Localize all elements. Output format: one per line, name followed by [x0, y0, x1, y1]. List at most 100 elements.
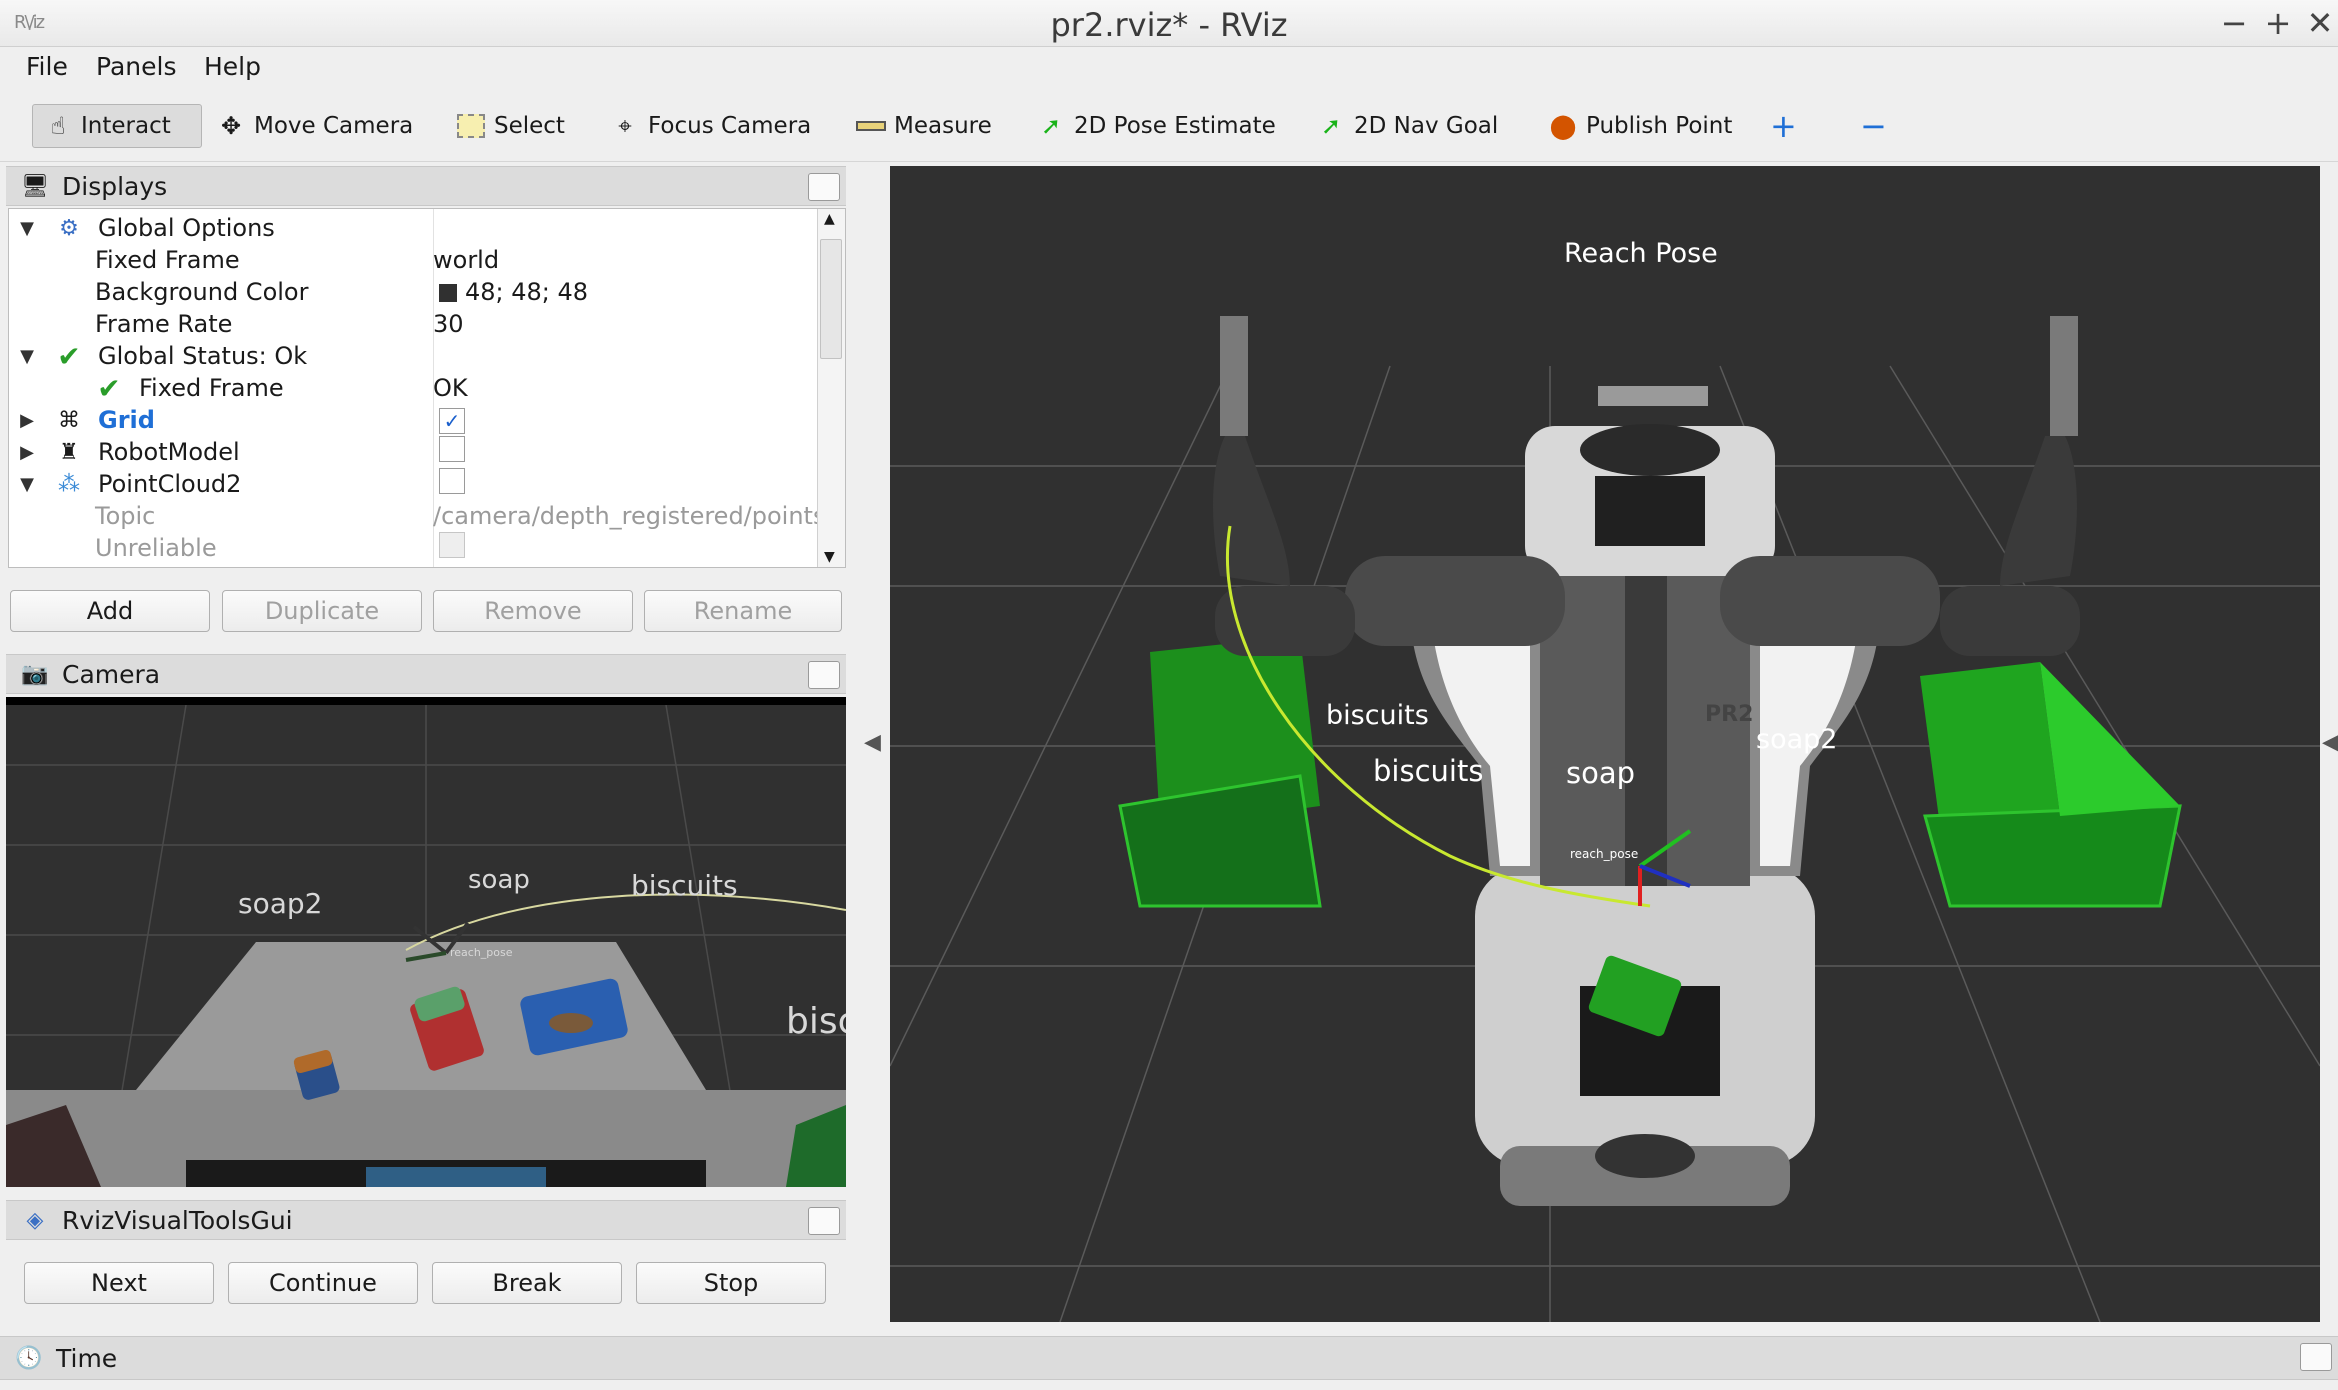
tree-value[interactable]: world [433, 246, 823, 274]
tree-row-grid[interactable]: ▶ ⌘ Grid ✓ [9, 404, 819, 436]
map-pin-icon: ⬤ [1549, 112, 1577, 140]
nav-goal-tool-button[interactable]: ➚ 2D Nav Goal [1306, 104, 1508, 148]
focus-camera-tool-button[interactable]: ⌖ Focus Camera [600, 104, 821, 148]
scroll-down-icon[interactable]: ▼ [824, 549, 835, 565]
scrollbar-thumb[interactable] [820, 239, 842, 359]
green-arrow-icon: ➚ [1320, 112, 1342, 140]
monitor-icon: 🖥 [21, 173, 49, 199]
displays-tree[interactable]: ▼ ⚙ Global Options Fixed Frame world Bac… [8, 208, 846, 568]
tree-scrollbar[interactable]: ▲ ▼ [817, 209, 845, 567]
displays-panel-header: 🖥 Displays [6, 166, 846, 206]
ruler-icon [856, 111, 886, 141]
expand-arrow-icon[interactable]: ▼ [17, 474, 37, 495]
hand-pointer-icon: ☝ [50, 112, 66, 140]
pose-estimate-label: 2D Pose Estimate [1074, 113, 1276, 139]
check-icon: ✓ [439, 408, 465, 434]
checkmark-icon: ✔ [57, 339, 81, 373]
checkbox-box [439, 532, 465, 558]
tree-label: PointCloud2 [98, 470, 242, 498]
tree-row-topic[interactable]: Topic /camera/depth_registered/points [9, 500, 823, 532]
measure-label: Measure [894, 113, 992, 139]
label-biscuits: biscuits [1326, 700, 1429, 731]
tree-value: OK [433, 374, 468, 402]
right-bin [1920, 662, 2182, 908]
label-soap2: soap2 [1756, 724, 1838, 755]
menu-help[interactable]: Help [204, 52, 261, 81]
color-swatch [439, 284, 457, 302]
focus-camera-label: Focus Camera [648, 113, 812, 139]
tree-value[interactable]: 30 [433, 310, 823, 338]
robot-model-checkbox[interactable] [433, 436, 823, 468]
pointcloud-checkbox[interactable] [433, 468, 823, 500]
expand-arrow-icon[interactable]: ▼ [17, 218, 37, 239]
3d-viewport[interactable]: PR2 Reach Pose biscuits biscuits soap so… [890, 166, 2320, 1322]
publish-point-tool-button[interactable]: ⬤ Publish Point [1538, 104, 1742, 148]
tree-label: Topic [95, 502, 156, 530]
remove-display-button[interactable]: Remove [433, 590, 633, 632]
add-display-button[interactable]: Add [10, 590, 210, 632]
tree-row-fixed-frame[interactable]: Fixed Frame world [9, 244, 819, 276]
tree-row-pointcloud2[interactable]: ▼ ⁂ PointCloud2 [9, 468, 819, 500]
rename-display-button[interactable]: Rename [644, 590, 842, 632]
break-button[interactable]: Break [432, 1262, 622, 1304]
color-value: 48; 48; 48 [465, 278, 589, 306]
tree-row-unreliable[interactable]: Unreliable [9, 532, 819, 564]
tree-row-status-fixed-frame[interactable]: ✔ Fixed Frame OK [9, 372, 819, 405]
interact-label: Interact [81, 113, 171, 139]
camera-image-view[interactable]: soap2 soap biscuits bisc reach_pose [6, 697, 846, 1187]
pose-estimate-tool-button[interactable]: ➚ 2D Pose Estimate [1026, 104, 1286, 148]
tree-label: Fixed Frame [95, 246, 240, 274]
minimize-button[interactable]: − [2214, 4, 2254, 42]
label-soap: soap [1566, 756, 1636, 790]
collapse-right-arrow-icon[interactable]: ◀ [2322, 730, 2338, 755]
grid-enabled-checkbox[interactable]: ✓ [433, 406, 823, 434]
tree-row-robot-model[interactable]: ▶ ♜ RobotModel [9, 436, 819, 468]
panel-float-button[interactable] [808, 1207, 840, 1235]
collapsed-arrow-icon[interactable]: ▶ [17, 442, 37, 463]
rviz-visual-tools-title: RvizVisualToolsGui [62, 1205, 293, 1235]
menu-bar: File Panels Help [0, 48, 2338, 88]
continue-button[interactable]: Continue [228, 1262, 418, 1304]
measure-tool-button[interactable]: Measure [846, 104, 1002, 148]
tree-row-global-options[interactable]: ▼ ⚙ Global Options [9, 212, 819, 244]
remove-tool-button[interactable]: − [1850, 104, 1897, 148]
scene-render: PR2 [890, 316, 2320, 1322]
close-button[interactable]: ✕ [2300, 4, 2338, 42]
tree-label: Grid [98, 406, 155, 434]
tree-value[interactable]: 48; 48; 48 [433, 278, 823, 306]
checkbox-box [439, 436, 465, 462]
scroll-up-icon[interactable]: ▲ [824, 211, 835, 227]
add-tool-button[interactable]: + [1760, 104, 1807, 148]
maximize-button[interactable]: + [2258, 4, 2298, 42]
panel-float-button[interactable] [808, 661, 840, 689]
move-camera-tool-button[interactable]: ✥ Move Camera [206, 104, 423, 148]
expand-arrow-icon[interactable]: ▼ [17, 346, 37, 367]
select-box-icon [456, 111, 486, 141]
camera-label-reach-pose: reach_pose [450, 946, 513, 959]
stop-button[interactable]: Stop [636, 1262, 826, 1304]
camera-label-soap2: soap2 [238, 887, 323, 920]
tree-value[interactable]: /camera/depth_registered/points [433, 502, 823, 530]
tree-label: Global Options [98, 214, 275, 242]
toolbar: ☝ Interact ✥ Move Camera Select ⌖ Focus … [0, 90, 2338, 162]
unreliable-checkbox[interactable] [433, 532, 823, 564]
collapsed-arrow-icon[interactable]: ▶ [17, 410, 37, 431]
tree-row-frame-rate[interactable]: Frame Rate 30 [9, 308, 819, 340]
panel-float-button[interactable] [2300, 1343, 2332, 1371]
tree-row-background-color[interactable]: Background Color 48; 48; 48 [9, 276, 819, 308]
tree-label: Global Status: Ok [98, 342, 308, 370]
select-tool-button[interactable]: Select [446, 104, 575, 148]
collapse-left-arrow-icon[interactable]: ◀ [864, 730, 881, 755]
green-arrow-icon: ➚ [1040, 112, 1062, 140]
tree-row-global-status[interactable]: ▼ ✔ Global Status: Ok [9, 339, 819, 373]
interact-tool-button[interactable]: ☝ Interact [32, 104, 202, 148]
menu-panels[interactable]: Panels [96, 52, 176, 81]
pr2-badge: PR2 [1705, 702, 1753, 727]
duplicate-display-button[interactable]: Duplicate [222, 590, 422, 632]
next-button[interactable]: Next [24, 1262, 214, 1304]
camera-icon: 📷 [21, 661, 49, 687]
time-panel-header: 🕓 Time [0, 1336, 2338, 1380]
robot-icon: ♜ [59, 439, 79, 465]
menu-file[interactable]: File [26, 52, 68, 81]
panel-float-button[interactable] [808, 173, 840, 201]
